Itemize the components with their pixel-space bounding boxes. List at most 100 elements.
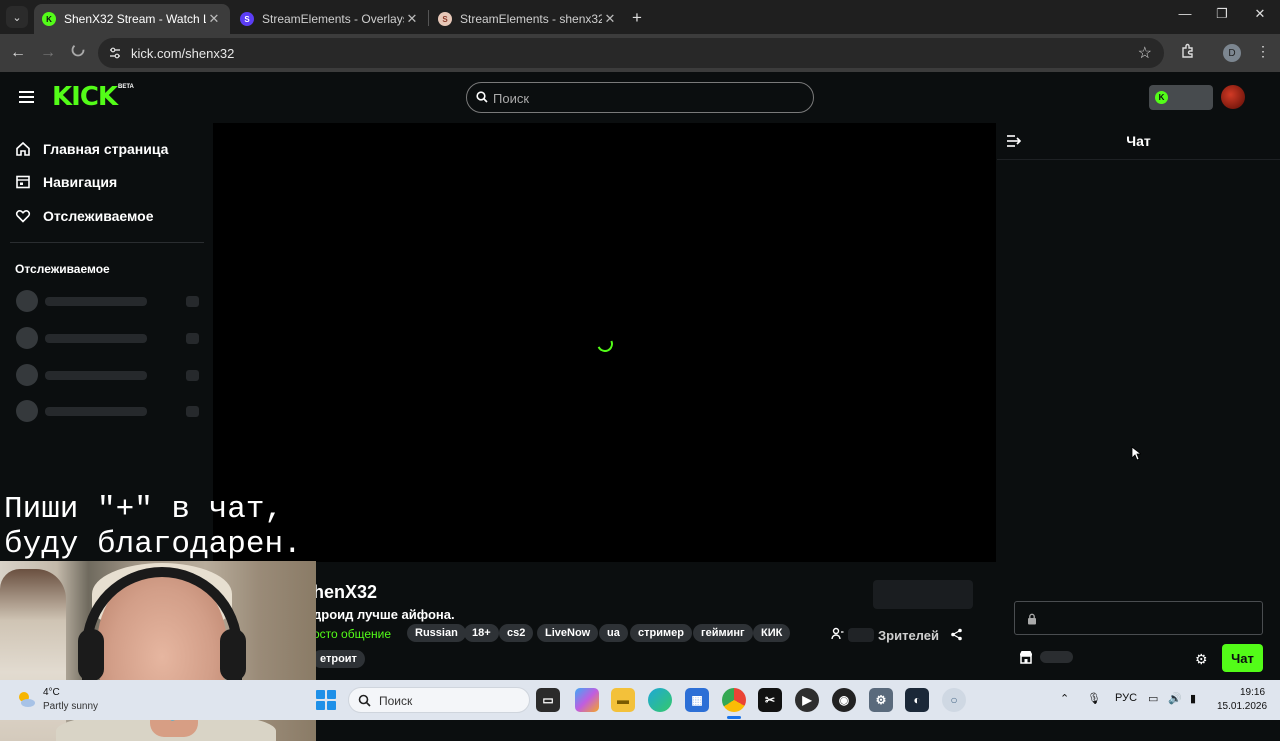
taskbar-search[interactable]: Поиск	[348, 687, 530, 713]
tab-title: ShenX32 Stream - Watch Live o	[64, 12, 206, 26]
following-skeleton-row	[16, 363, 200, 387]
channel-points-skeleton	[1040, 651, 1073, 663]
following-section-heading: Отслеживаемое	[15, 262, 110, 276]
file-explorer-icon[interactable]: ▬	[611, 688, 635, 712]
obs-icon[interactable]: ◉	[832, 688, 856, 712]
overlay-line: Пиши "+" в чат,	[4, 492, 284, 527]
steam-icon[interactable]: ◐	[905, 688, 929, 712]
tab-streamelements-overlays[interactable]: S StreamElements - Overlays ✕	[232, 4, 428, 34]
sidebar-item-label: Главная страница	[43, 141, 169, 157]
browser-menu-icon[interactable]: ⋮	[1256, 43, 1270, 60]
edge-icon[interactable]	[648, 688, 672, 712]
loading-stop-button[interactable]	[68, 43, 88, 63]
network-icon[interactable]: ▭	[1148, 692, 1158, 705]
tab-separator	[428, 10, 429, 26]
video-player[interactable]	[213, 123, 996, 562]
copilot-icon[interactable]	[575, 688, 599, 712]
clock-time[interactable]: 19:16	[1240, 687, 1265, 698]
forward-button[interactable]: →	[38, 43, 58, 63]
media-player-icon[interactable]: ▶	[795, 688, 819, 712]
kick-points-toggle[interactable]: K	[1149, 85, 1213, 110]
stream-category-link[interactable]: осто общение	[313, 627, 391, 641]
stream-tag[interactable]: ua	[599, 624, 628, 642]
channel-name[interactable]: henX32	[313, 582, 377, 603]
weather-temperature[interactable]: 4°C	[43, 687, 60, 698]
chat-send-button[interactable]: Чат	[1222, 644, 1263, 672]
user-avatar[interactable]	[1221, 85, 1245, 109]
close-tab-icon[interactable]: ✕	[404, 11, 420, 27]
clock-date[interactable]: 15.01.2026	[1217, 701, 1267, 712]
kick-favicon-icon: K	[42, 12, 56, 26]
sidebar-item-following[interactable]: Отслеживаемое	[15, 205, 154, 227]
settings-gear-icon[interactable]: ⚙	[869, 688, 893, 712]
partly-sunny-icon[interactable]	[16, 689, 36, 709]
streamelements-favicon-icon: S	[438, 12, 452, 26]
share-icon[interactable]	[950, 628, 963, 641]
restore-button[interactable]: ❐	[1212, 6, 1232, 22]
store-icon[interactable]	[1019, 650, 1033, 664]
kick-logo[interactable]: KICK	[52, 82, 118, 112]
sidebar-item-home[interactable]: Главная страница	[15, 138, 168, 160]
stream-tag[interactable]: КИК	[753, 624, 791, 642]
stream-tag[interactable]: гейминг	[693, 624, 753, 642]
back-button[interactable]: ←	[8, 43, 28, 63]
headset-earcup-right	[220, 629, 246, 681]
loading-spinner-icon	[594, 333, 616, 355]
chat-message-input[interactable]	[1043, 609, 1253, 629]
close-tab-icon[interactable]: ✕	[602, 11, 618, 27]
browse-icon	[16, 175, 30, 189]
chat-settings-gear-icon[interactable]: ⚙	[1195, 651, 1208, 668]
home-icon	[16, 141, 30, 156]
headset-earcup-left	[78, 629, 104, 681]
taskbar-search-label: Поиск	[379, 694, 413, 708]
tab-streamelements-shenx32[interactable]: S StreamElements - shenx32 ✕	[430, 4, 626, 34]
stream-tag[interactable]: стример	[630, 624, 692, 642]
search-bar[interactable]	[466, 82, 814, 113]
stream-overlay-text: Пиши "+" в чат, буду благодарен.	[4, 492, 302, 562]
sidebar-item-label: Навигация	[43, 174, 118, 190]
browser-toolbar: ← → kick.com/shenx32 ☆ ⋮	[0, 34, 1280, 72]
following-skeleton-row	[16, 326, 200, 350]
weather-description[interactable]: Partly sunny	[43, 701, 98, 712]
app-loading-icon[interactable]: ○	[942, 688, 966, 712]
windows-taskbar: 4°C Partly sunny Поиск ▭ ▬ ▦ ✂ ▶ ◉ ⚙ ◐ ○…	[0, 680, 1280, 720]
viewer-count-skeleton	[848, 628, 874, 642]
task-view-icon[interactable]: ▭	[536, 688, 560, 712]
search-input[interactable]	[493, 88, 793, 108]
stream-title: дроид лучше айфона.	[313, 607, 455, 622]
new-tab-button[interactable]: +	[632, 8, 642, 28]
site-settings-icon[interactable]	[108, 46, 122, 60]
show-hidden-icons-chevron-icon[interactable]: ⌃	[1060, 692, 1069, 705]
windows-start-icon[interactable]	[316, 690, 336, 710]
stream-tag[interactable]: етроит	[312, 650, 365, 668]
address-bar[interactable]: kick.com/shenx32 ☆	[98, 38, 1164, 68]
capcut-icon[interactable]: ✂	[758, 688, 782, 712]
tab-kick-stream[interactable]: K ShenX32 Stream - Watch Live o ✕	[34, 4, 230, 34]
extensions-icon[interactable]	[1180, 43, 1196, 62]
chat-input-box[interactable]	[1014, 601, 1263, 635]
input-language[interactable]: РУС	[1115, 692, 1137, 704]
hamburger-menu-icon[interactable]	[19, 91, 34, 103]
tab-search-button[interactable]: ⌄	[6, 6, 28, 28]
minimize-button[interactable]: —	[1175, 6, 1195, 21]
volume-icon[interactable]: 🔊	[1168, 692, 1182, 705]
sidebar-item-browse[interactable]: Навигация	[15, 171, 117, 193]
overlay-line: буду благодарен.	[4, 527, 302, 562]
profile-avatar[interactable]: D	[1223, 44, 1241, 62]
close-tab-icon[interactable]: ✕	[206, 11, 222, 27]
kick-page: KICK BETA K Главная страница Навигация О…	[0, 72, 1280, 741]
stream-tag[interactable]: Russian	[407, 624, 466, 642]
stream-tag[interactable]: LiveNow	[537, 624, 599, 642]
battery-icon[interactable]: ▮	[1190, 692, 1196, 705]
bookmark-star-icon[interactable]: ☆	[1138, 43, 1152, 63]
chrome-icon[interactable]	[722, 688, 746, 712]
stream-tag[interactable]: 18+	[464, 624, 499, 642]
url-text[interactable]: kick.com/shenx32	[131, 46, 234, 61]
microsoft-store-icon[interactable]: ▦	[685, 688, 709, 712]
sidebar-item-label: Отслеживаемое	[43, 208, 154, 224]
tab-title: StreamElements - Overlays	[262, 12, 404, 26]
browser-tab-bar: ⌄ K ShenX32 Stream - Watch Live o ✕ S St…	[0, 0, 1280, 34]
microphone-icon[interactable]: 🎙	[1087, 692, 1101, 705]
stream-tag[interactable]: cs2	[499, 624, 534, 642]
close-window-button[interactable]: ✕	[1250, 6, 1270, 22]
